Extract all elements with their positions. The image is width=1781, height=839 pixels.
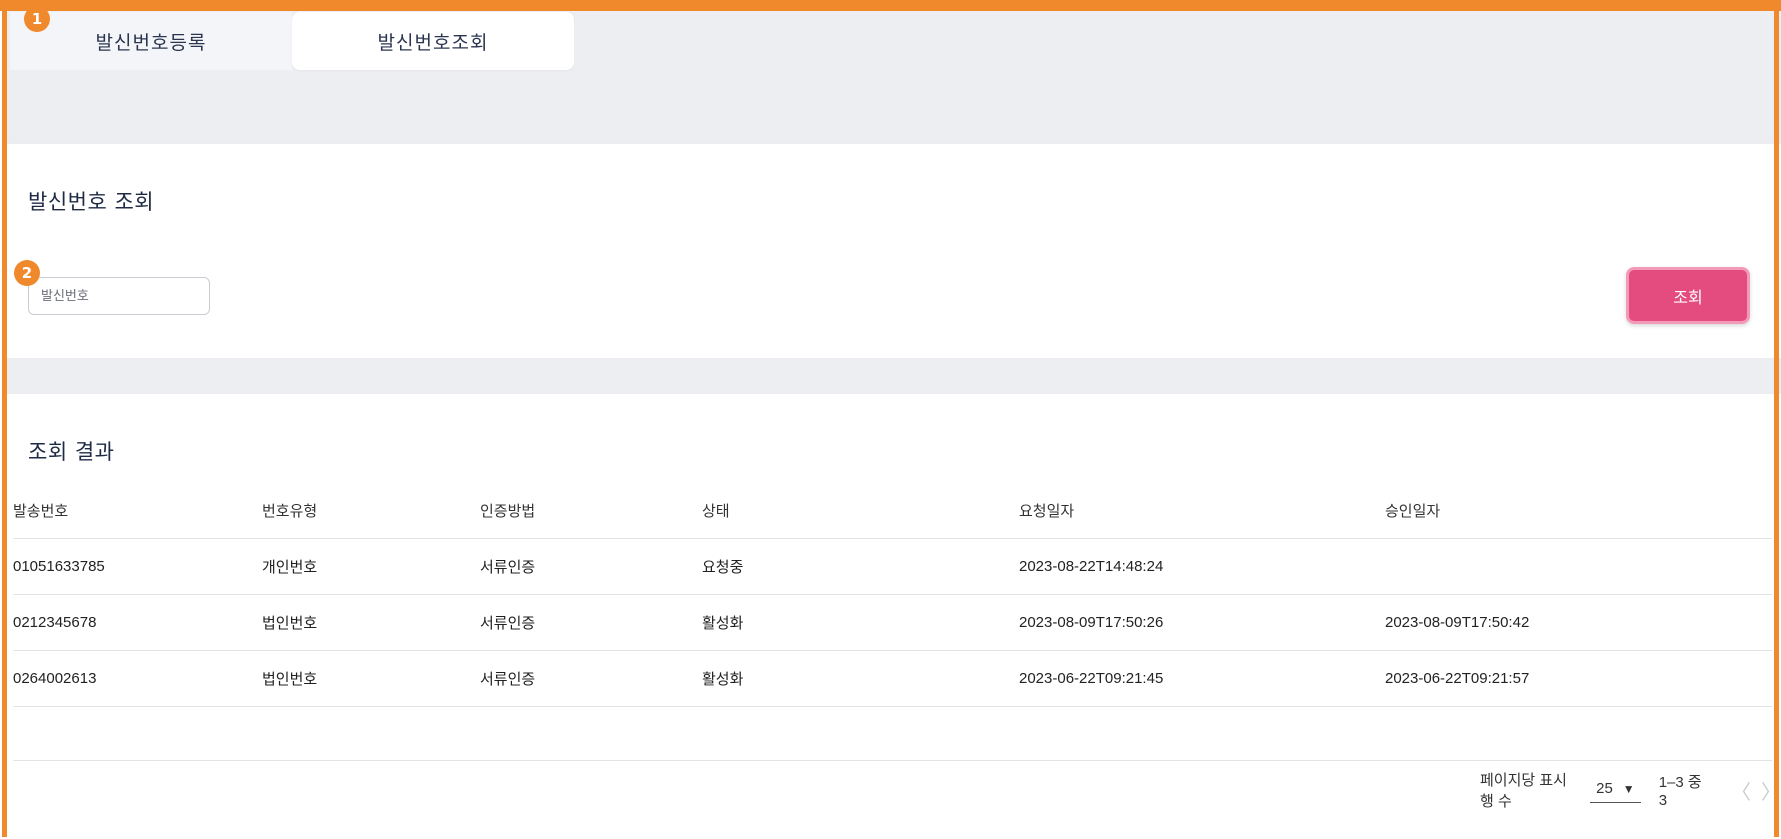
- annotation-frame-top: [0, 0, 1781, 11]
- table-cell: 2023-06-22T09:21:57: [1385, 650, 1772, 707]
- column-header: 상태: [702, 484, 1019, 539]
- table-cell: 요청중: [702, 538, 1019, 595]
- table-cell: 2023-08-22T14:48:24: [1019, 538, 1385, 595]
- table-footer-divider: [13, 760, 1772, 761]
- column-header: 요청일자: [1019, 484, 1385, 539]
- rows-per-page-select[interactable]: 25 ▼: [1590, 777, 1641, 803]
- search-panel: [7, 144, 1781, 358]
- annotation-marker-1: 1: [24, 6, 50, 32]
- table-cell: 2023-06-22T09:21:45: [1019, 650, 1385, 707]
- table-header-row: 발송번호 번호유형 인증방법 상태 요청일자 승인일자: [13, 484, 1772, 539]
- caret-down-icon: ▼: [1622, 781, 1635, 796]
- table-row[interactable]: 01051633785 개인번호 서류인증 요청중 2023-08-22T14:…: [13, 538, 1772, 595]
- rows-per-page-value: 25: [1596, 780, 1613, 797]
- column-header: 승인일자: [1385, 484, 1772, 539]
- table-cell: 서류인증: [480, 650, 702, 707]
- table-cell: 0212345678: [13, 594, 262, 651]
- column-header: 발송번호: [13, 484, 262, 539]
- table-cell: 개인번호: [262, 538, 480, 595]
- chevron-left-icon[interactable]: 〈: [1731, 776, 1751, 805]
- table-cell: 01051633785: [13, 538, 262, 595]
- sender-number-input[interactable]: [28, 277, 210, 315]
- table-cell: 활성화: [702, 650, 1019, 707]
- column-header: 번호유형: [262, 484, 480, 539]
- chevron-right-icon[interactable]: 〉: [1761, 776, 1781, 805]
- tab-sender-number-search[interactable]: 발신번호조회: [292, 12, 574, 70]
- annotation-marker-2: 2: [14, 260, 40, 286]
- results-table: 발송번호 번호유형 인증방법 상태 요청일자 승인일자 01051633785 …: [13, 484, 1772, 707]
- table-cell: 법인번호: [262, 594, 480, 651]
- search-section-title: 발신번호 조회: [28, 190, 155, 214]
- search-button[interactable]: 조회: [1626, 267, 1750, 324]
- table-row[interactable]: 0264002613 법인번호 서류인증 활성화 2023-06-22T09:2…: [13, 650, 1772, 707]
- table-cell: 활성화: [702, 594, 1019, 651]
- tab-sender-number-register[interactable]: 발신번호등록: [10, 12, 292, 70]
- table-cell: 0264002613: [13, 650, 262, 707]
- table-cell: 서류인증: [480, 594, 702, 651]
- column-header: 인증방법: [480, 484, 702, 539]
- table-cell: 2023-08-09T17:50:42: [1385, 594, 1772, 651]
- table-cell: [1385, 538, 1772, 595]
- page-range-label: 1–3 중 3: [1658, 774, 1702, 809]
- results-section-title: 조회 결과: [28, 440, 115, 464]
- rows-per-page-label: 페이지당 표시 행 수: [1480, 772, 1567, 810]
- table-row[interactable]: 0212345678 법인번호 서류인증 활성화 2023-08-09T17:5…: [13, 594, 1772, 651]
- pagination: 페이지당 표시 행 수 25 ▼ 1–3 중 3 〈 〉: [1480, 772, 1781, 810]
- table-cell: 서류인증: [480, 538, 702, 595]
- table-cell: 법인번호: [262, 650, 480, 707]
- table-cell: 2023-08-09T17:50:26: [1019, 594, 1385, 651]
- section-divider: [7, 358, 1781, 394]
